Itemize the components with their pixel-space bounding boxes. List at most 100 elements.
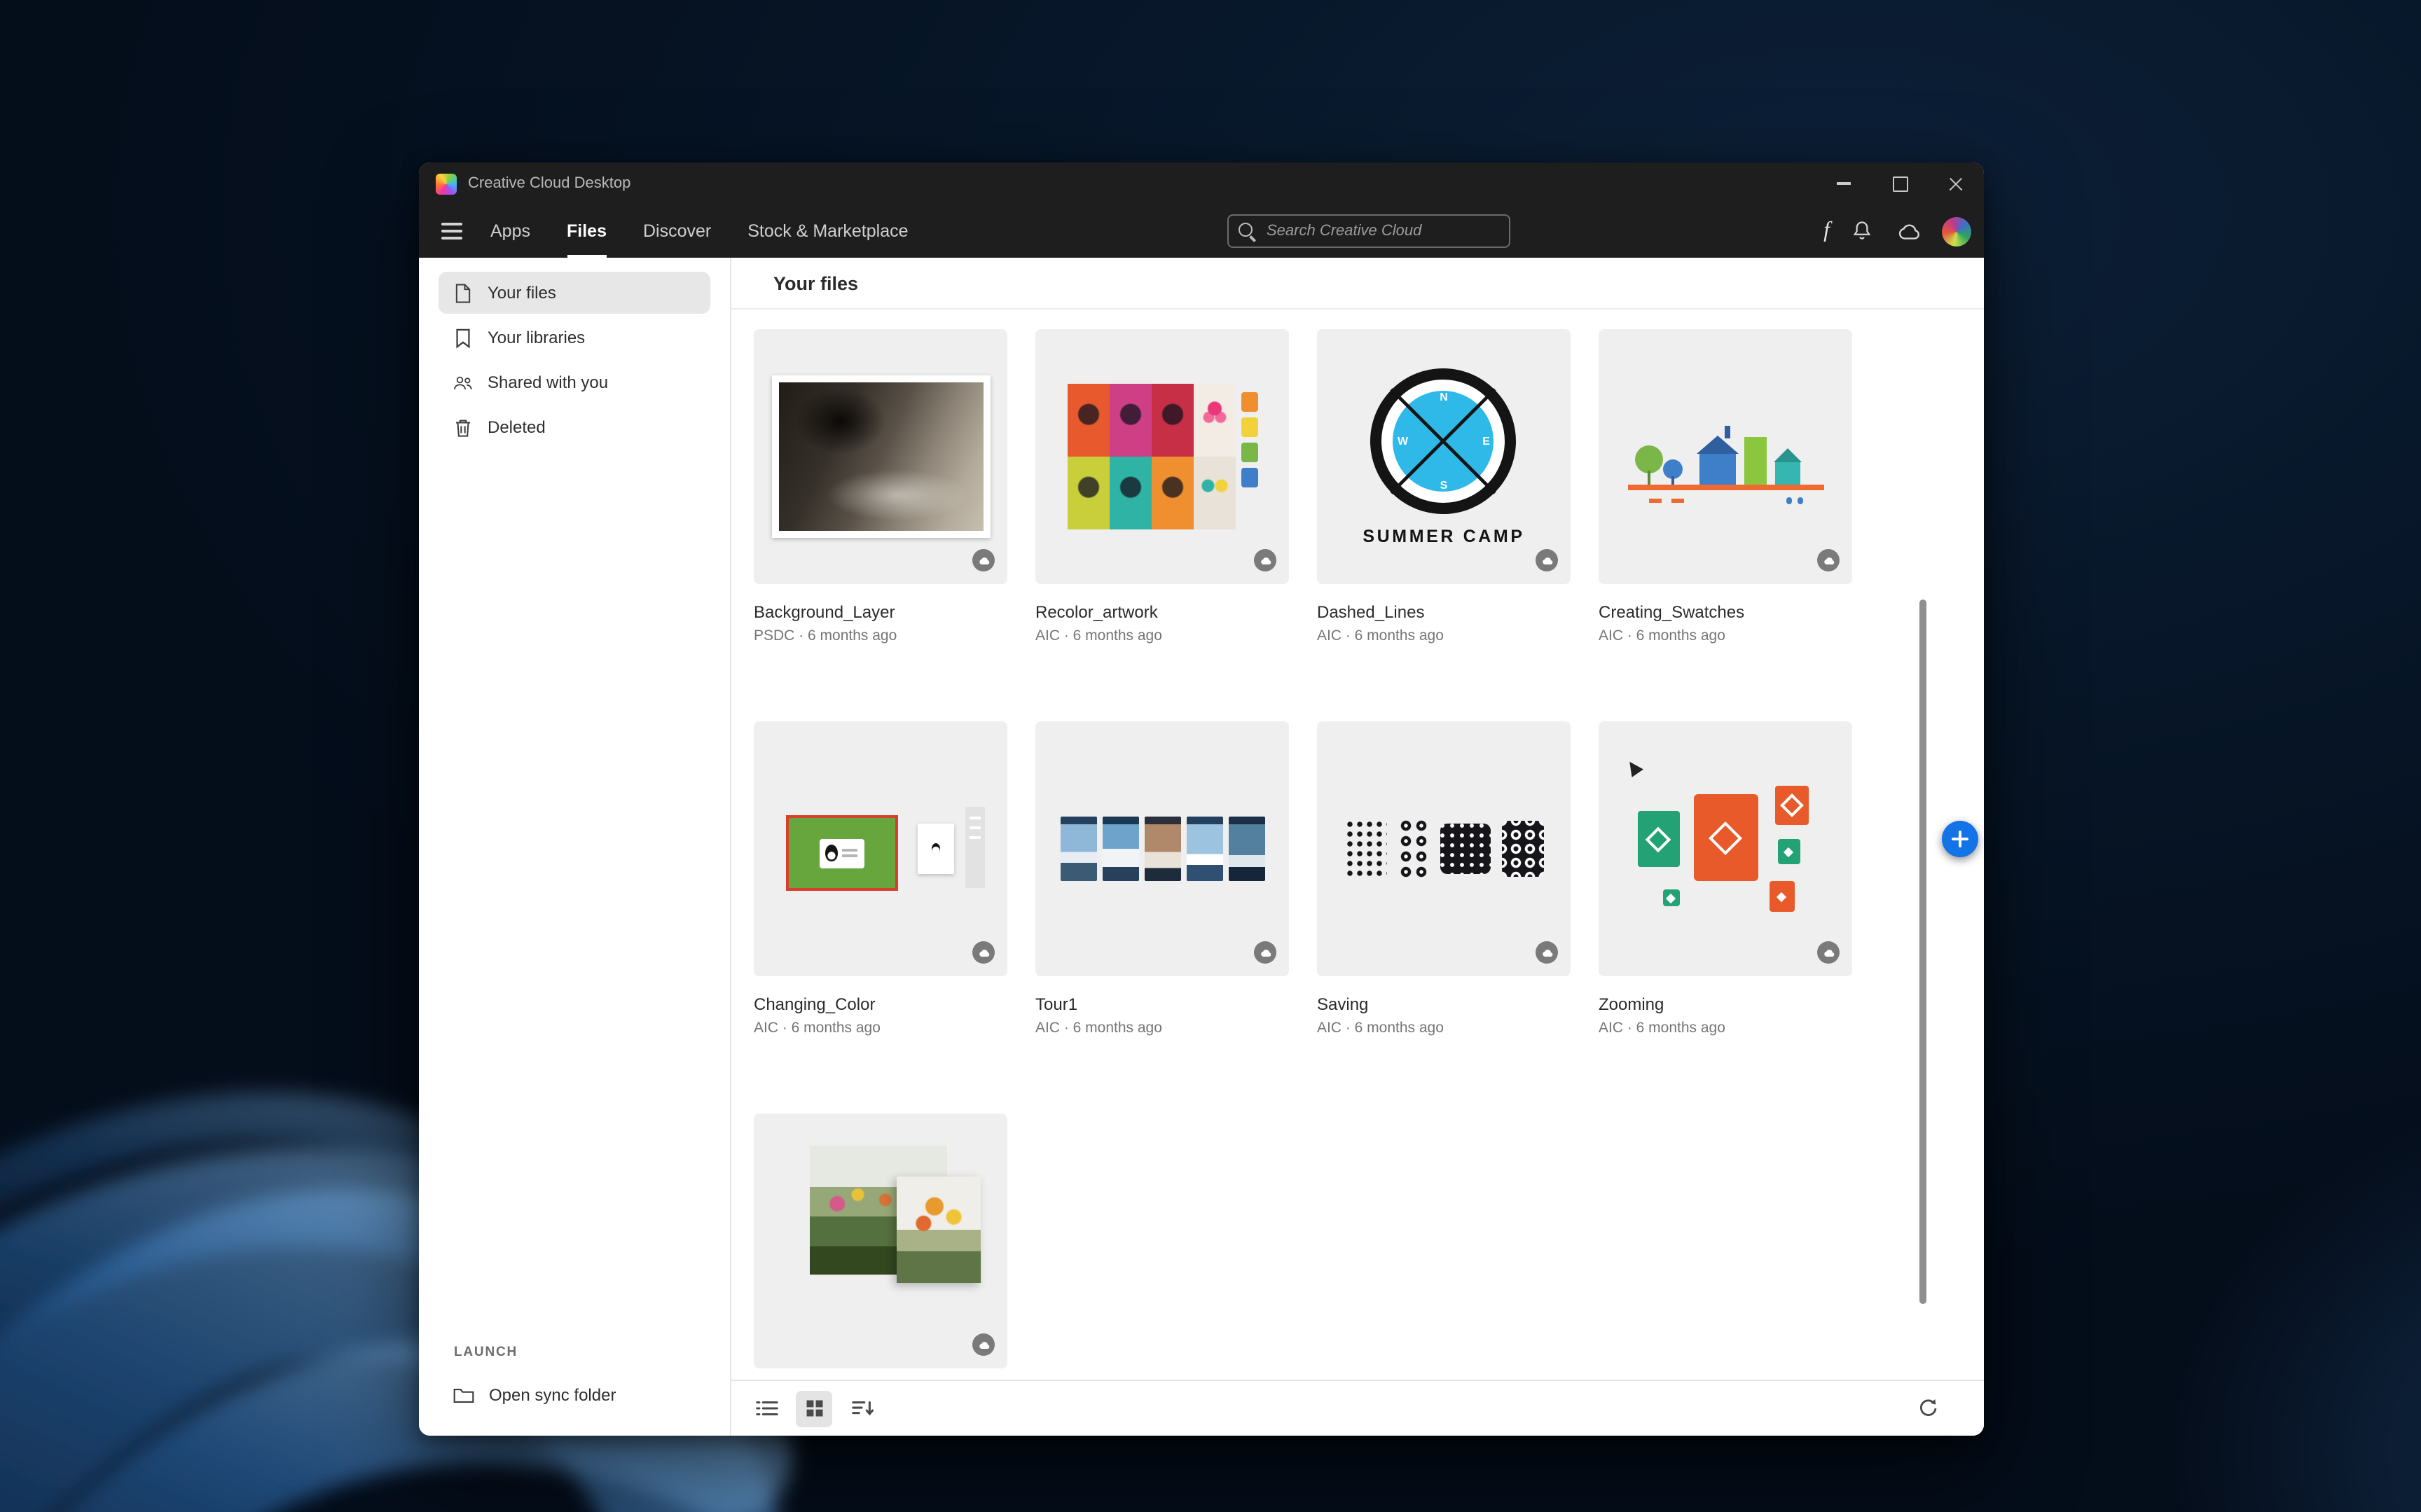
- compass-n: N: [1440, 390, 1448, 403]
- sidebar-item-deleted[interactable]: Deleted: [439, 406, 710, 448]
- sidebar-item-label: Deleted: [488, 417, 546, 437]
- grid-view-button[interactable]: [796, 1390, 832, 1427]
- grid-view-icon: [802, 1398, 826, 1419]
- page-title: Your files: [773, 272, 858, 293]
- file-card-flowers[interactable]: [754, 1114, 1007, 1381]
- main-area: Your files Your libraries Shared with yo…: [419, 258, 1984, 1436]
- cloud-sync-icon: [1536, 549, 1558, 571]
- window-controls: [1816, 162, 1984, 204]
- file-name: Dashed_Lines: [1317, 602, 1571, 623]
- photo-thumbnail: [771, 375, 990, 538]
- poster-row-thumbnail: [1060, 817, 1264, 881]
- file-thumbnail: [754, 329, 1007, 584]
- tab-files[interactable]: Files: [567, 204, 607, 258]
- selected-artboard: [785, 815, 897, 891]
- sidebar-item-shared-with-you[interactable]: Shared with you: [439, 361, 710, 403]
- bookmark-icon: [453, 327, 474, 348]
- file-thumbnail: [1317, 721, 1571, 976]
- cloud-sync-icon: [1817, 941, 1840, 964]
- sidebar-item-your-files[interactable]: Your files: [439, 272, 710, 314]
- file-card-creating-swatches[interactable]: Creating_Swatches AIC · 6 months ago: [1599, 329, 1852, 646]
- file-meta: AIC · 6 months ago: [1317, 1020, 1571, 1038]
- cloud-sync-icon: [1817, 549, 1840, 571]
- minimize-button[interactable]: [1816, 162, 1872, 204]
- nav-icon-group: f: [1823, 204, 1971, 258]
- file-name: Background_Layer: [754, 602, 1007, 623]
- maximize-icon: [1892, 176, 1908, 191]
- file-grid: Background_Layer PSDC · 6 months ago: [731, 308, 1984, 1381]
- file-meta: PSDC · 6 months ago: [754, 627, 1007, 646]
- maximize-button[interactable]: [1872, 162, 1928, 204]
- file-thumbnail: [1599, 329, 1852, 584]
- artwork-thumbnail: [1067, 384, 1257, 529]
- file-thumbnail: [754, 1114, 1007, 1368]
- compass-w: W: [1398, 434, 1408, 447]
- add-new-button[interactable]: [1942, 821, 1978, 857]
- scrollbar-thumb[interactable]: [1919, 599, 1926, 1304]
- refresh-icon: [1915, 1397, 1938, 1418]
- file-name: Saving: [1317, 994, 1571, 1015]
- list-view-icon: [754, 1398, 778, 1419]
- cards-pattern-thumbnail: [1620, 758, 1830, 940]
- list-view-button[interactable]: [748, 1390, 785, 1427]
- icon-sheet-thumbnail: [1344, 818, 1543, 880]
- file-meta: AIC · 6 months ago: [1599, 1020, 1852, 1038]
- search-input[interactable]: [1227, 214, 1510, 248]
- cloud-sync-icon: [1254, 549, 1276, 571]
- sidebar-item-your-libraries[interactable]: Your libraries: [439, 317, 710, 359]
- document-icon: [453, 282, 474, 303]
- refresh-button[interactable]: [1908, 1389, 1945, 1426]
- file-card-saving[interactable]: Saving AIC · 6 months ago: [1317, 721, 1571, 1038]
- notifications-bell-icon[interactable]: [1851, 220, 1873, 242]
- adobe-fonts-icon[interactable]: f: [1823, 219, 1830, 244]
- minimize-icon: [1837, 183, 1851, 185]
- file-card-background-layer[interactable]: Background_Layer PSDC · 6 months ago: [754, 329, 1007, 646]
- cursor-icon: [1623, 758, 1643, 777]
- file-card-zooming[interactable]: Zooming AIC · 6 months ago: [1599, 721, 1852, 1038]
- desktop: Creative Cloud Desktop Apps Files Discov…: [0, 0, 2421, 1512]
- cloud-sync-icon: [972, 549, 995, 571]
- sync-folder-icon: [453, 1386, 475, 1404]
- creative-cloud-logo-icon: [436, 173, 457, 194]
- account-avatar[interactable]: [1942, 216, 1971, 246]
- file-card-dashed-lines[interactable]: N E S W SUMMER CAMP Dashed_Lines AIC · 6…: [1317, 329, 1571, 646]
- people-icon: [453, 372, 474, 393]
- file-name: Zooming: [1599, 994, 1852, 1015]
- compass-e: E: [1482, 434, 1490, 447]
- titlebar: Creative Cloud Desktop: [419, 162, 1984, 204]
- sidebar: Your files Your libraries Shared with yo…: [419, 258, 731, 1436]
- launch-heading: LAUNCH: [454, 1345, 518, 1360]
- close-button[interactable]: [1928, 162, 1984, 204]
- search-icon: [1239, 222, 1257, 240]
- menu-icon[interactable]: [441, 204, 465, 258]
- sort-button[interactable]: [843, 1390, 880, 1427]
- sidebar-list: Your files Your libraries Shared with yo…: [419, 258, 730, 448]
- file-name: Creating_Swatches: [1599, 602, 1852, 623]
- creative-cloud-window: Creative Cloud Desktop Apps Files Discov…: [419, 162, 1984, 1436]
- content-area: Your files Background_Layer PSDC · 6 mon…: [731, 258, 1984, 1436]
- file-meta: AIC · 6 months ago: [1317, 627, 1571, 646]
- summer-camp-badge-art: N E S W SUMMER CAMP: [1363, 368, 1524, 546]
- file-card-changing-color[interactable]: Changing_Color AIC · 6 months ago: [754, 721, 1007, 1038]
- app-title: Creative Cloud Desktop: [468, 175, 630, 192]
- file-thumbnail: [1599, 721, 1852, 976]
- summer-camp-label: SUMMER CAMP: [1363, 526, 1524, 546]
- tab-stock-marketplace[interactable]: Stock & Marketplace: [747, 204, 908, 258]
- file-card-tour1[interactable]: Tour1 AIC · 6 months ago: [1035, 721, 1289, 1038]
- file-meta: AIC · 6 months ago: [1599, 627, 1852, 646]
- file-thumbnail: [1035, 329, 1289, 584]
- artboard-thumbnail: [774, 770, 987, 927]
- nav-bar: Apps Files Discover Stock & Marketplace: [419, 204, 1984, 258]
- file-meta: AIC · 6 months ago: [1035, 1020, 1289, 1038]
- cloud-sync-icon: [972, 1333, 995, 1356]
- sidebar-item-label: Your libraries: [488, 328, 585, 347]
- tab-apps[interactable]: Apps: [490, 204, 530, 258]
- cloud-activity-icon[interactable]: [1894, 222, 1921, 240]
- file-meta: AIC · 6 months ago: [754, 1020, 1007, 1038]
- file-card-recolor-artwork[interactable]: Recolor_artwork AIC · 6 months ago: [1035, 329, 1289, 646]
- sort-icon: [850, 1398, 874, 1419]
- tab-discover[interactable]: Discover: [643, 204, 711, 258]
- open-sync-folder-button[interactable]: Open sync folder: [439, 1374, 616, 1416]
- flowers-photo-thumbnail: [775, 1135, 986, 1347]
- sidebar-item-label: Shared with you: [488, 373, 608, 392]
